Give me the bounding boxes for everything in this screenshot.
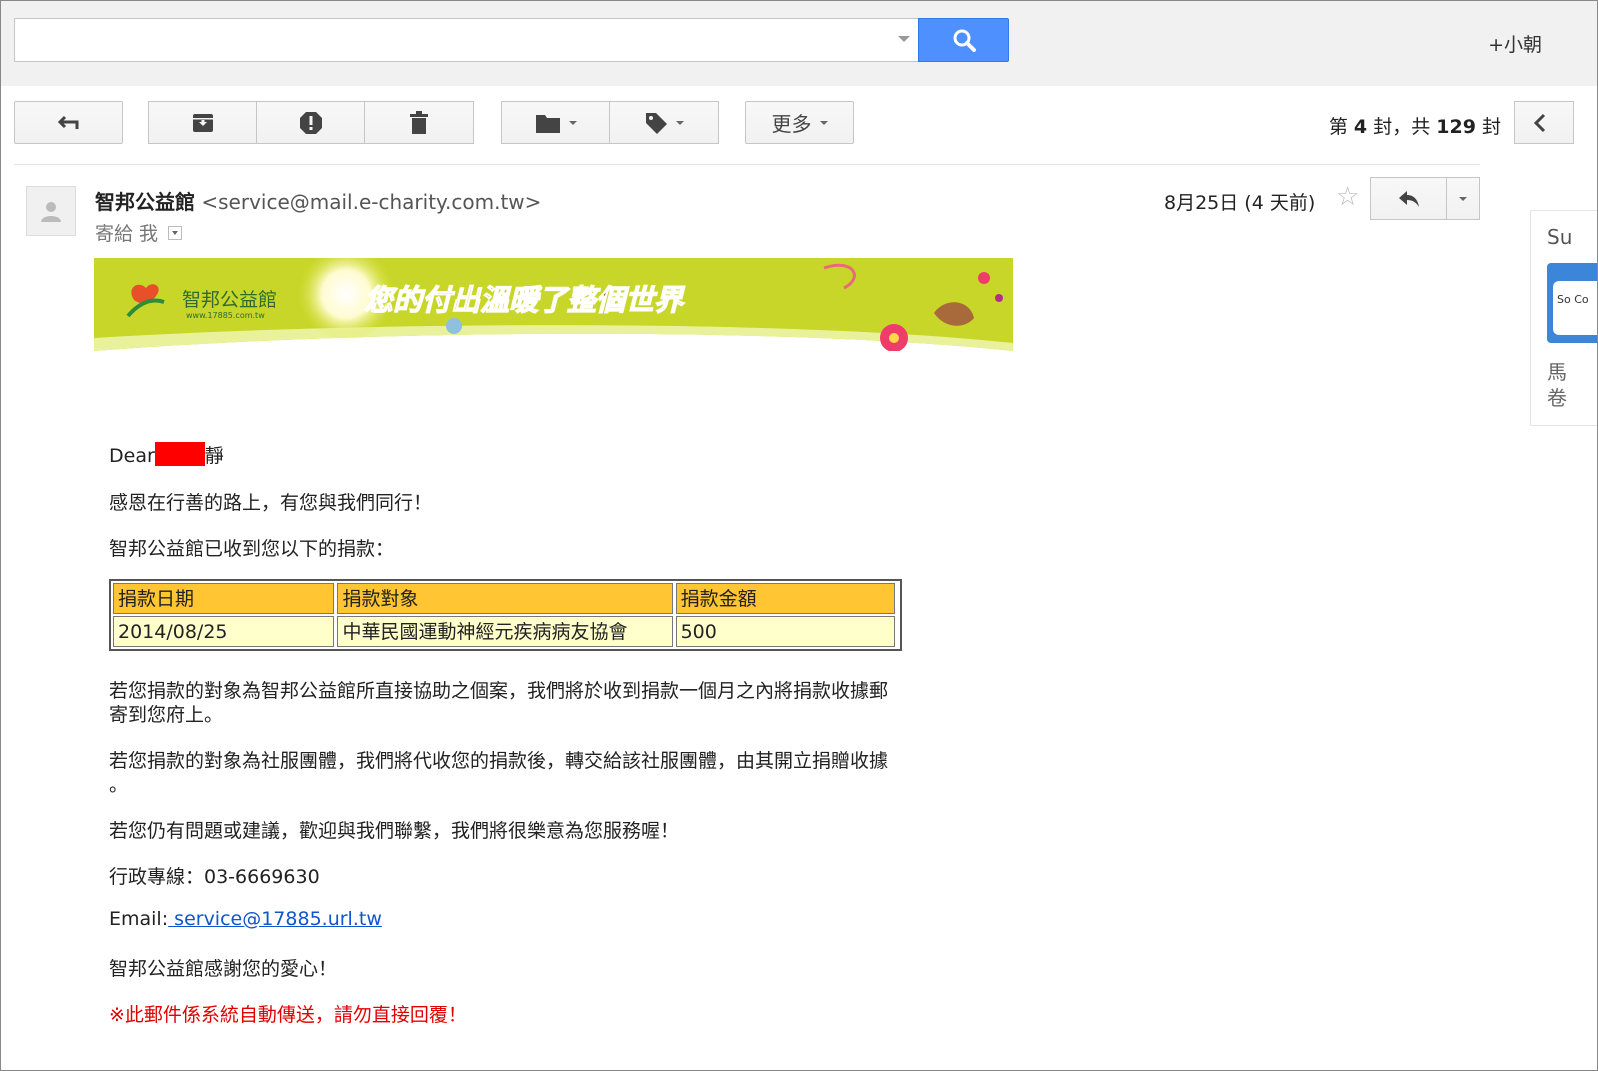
reply-group xyxy=(1370,177,1480,220)
recipient-text: 寄給 我 xyxy=(95,223,159,245)
labels-button[interactable] xyxy=(609,101,719,144)
table-header-cell: 捐款對象 xyxy=(337,583,673,614)
delete-button[interactable] xyxy=(364,101,474,144)
table-row: 2014/08/25 中華民國運動神經元疾病病友協會 500 xyxy=(113,616,898,647)
label-tag-icon xyxy=(646,112,667,134)
banner-logo-name: 智邦公益館 xyxy=(182,289,277,311)
move-to-button[interactable] xyxy=(501,101,610,144)
folder-icon xyxy=(535,114,560,133)
table-header-cell: 捐款金額 xyxy=(675,583,895,614)
side-panel-text-2: 卷 xyxy=(1547,386,1567,410)
person-icon xyxy=(41,202,61,222)
greeting-suffix: 靜 xyxy=(204,445,224,467)
pager-suffix: 封 xyxy=(1481,116,1501,138)
trash-icon xyxy=(410,110,428,134)
report-spam-button[interactable] xyxy=(256,101,365,144)
search-input[interactable] xyxy=(14,18,918,62)
more-label: 更多 xyxy=(771,112,812,136)
back-arrow-icon xyxy=(57,115,78,129)
search-button[interactable] xyxy=(918,18,1009,62)
side-app-logo-text: So Co xyxy=(1553,281,1597,335)
recipient-line: 寄給 我 xyxy=(95,219,183,246)
organize-group xyxy=(501,101,719,144)
reply-icon xyxy=(1398,190,1419,207)
phone-line: 行政專線：03-6669630 xyxy=(109,866,320,888)
chevron-down-icon xyxy=(1459,196,1467,201)
table-header-cell: 捐款日期 xyxy=(113,583,335,614)
charity-banner-image: 智邦公益館 www.17885.com.tw 您的付出溫暖了整個世界 xyxy=(94,258,1013,351)
table-cell: 中華民國運動神經元疾病病友協會 xyxy=(337,616,673,647)
redaction-box xyxy=(154,442,205,466)
pager-current: 4 xyxy=(1353,116,1368,138)
intro-line-2: 智邦公益館已收到您以下的捐款： xyxy=(109,538,395,560)
thanks-line: 智邦公益館感謝您的愛心！ xyxy=(109,958,338,980)
email-link[interactable]: service@17885.url.tw xyxy=(168,908,382,930)
side-panel-title: Su xyxy=(1547,225,1573,249)
show-details-dropdown[interactable] xyxy=(168,225,183,240)
archive-button[interactable] xyxy=(148,101,257,144)
more-actions-button[interactable] xyxy=(1446,177,1480,220)
sender-line: 智邦公益館 <service@mail.e-charity.com.tw> xyxy=(95,186,541,215)
chevron-down-icon xyxy=(568,120,577,125)
search-icon xyxy=(953,29,976,52)
chevron-down-icon xyxy=(676,120,684,125)
banner-slogan: 您的付出溫暖了整個世界 xyxy=(364,283,685,317)
reply-button[interactable] xyxy=(1370,177,1447,220)
action-group xyxy=(148,101,474,144)
header-divider xyxy=(14,164,1480,165)
archive-icon xyxy=(192,113,213,132)
newer-button[interactable] xyxy=(1514,101,1574,144)
search-options-caret[interactable] xyxy=(898,36,910,42)
pager-total: 129 xyxy=(1436,116,1476,138)
intro-line-1: 感恩在行善的路上，有您與我們同行！ xyxy=(109,492,433,514)
para1-line1: 若您捐款的對象為智邦公益館所直接協助之個案，我們將於收到捐款一個月之內將捐款收據… xyxy=(109,680,889,702)
more-button[interactable]: 更多 xyxy=(745,101,854,144)
chevron-left-icon xyxy=(1533,113,1546,132)
pager-text: 第 4 封，共 129 封 xyxy=(1329,112,1501,139)
chevron-down-icon xyxy=(819,120,828,125)
email-line: Email: service@17885.url.tw xyxy=(109,908,382,930)
avatar[interactable] xyxy=(26,186,76,236)
para3: 若您仍有問題或建議，歡迎與我們聯繫，我們將很樂意為您服務喔！ xyxy=(109,820,680,842)
para2-line2: 。 xyxy=(109,774,129,796)
side-panel: Su So Co 馬 卷 xyxy=(1530,210,1598,426)
email-label: Email: xyxy=(109,908,169,930)
para2-line1: 若您捐款的對象為社服團體，我們將代收您的捐款後，轉交給該社服團體，由其開立捐贈收… xyxy=(109,750,889,772)
pager-prefix: 第 xyxy=(1328,116,1348,138)
table-cell: 500 xyxy=(675,616,895,647)
spam-icon xyxy=(299,111,322,134)
greeting-prefix: Dear xyxy=(109,445,155,467)
banner-logo-url: www.17885.com.tw xyxy=(186,311,265,320)
pager-mid: 封，共 xyxy=(1373,116,1431,138)
toolbar: 更多 第 4 封，共 129 封 xyxy=(0,86,1598,160)
table-header-row: 捐款日期 捐款對象 捐款金額 xyxy=(113,583,898,614)
donation-table: 捐款日期 捐款對象 捐款金額 2014/08/25 中華民國運動神經元疾病病友協… xyxy=(109,579,902,651)
para1-line2: 寄到您府上。 xyxy=(109,704,224,726)
auto-reply-warning: ※此郵件係系統自動傳送，請勿直接回覆！ xyxy=(109,1004,467,1026)
side-panel-text: 馬 卷 xyxy=(1547,359,1567,411)
sender-email: <service@mail.e-charity.com.tw> xyxy=(201,190,542,214)
top-bar: +小朝 xyxy=(0,0,1598,87)
star-icon[interactable]: ☆ xyxy=(1336,182,1359,212)
side-panel-text-1: 馬 xyxy=(1547,360,1567,384)
user-name-link[interactable]: +小朝 xyxy=(1488,30,1542,57)
sender-name[interactable]: 智邦公益館 xyxy=(95,190,195,214)
greeting: Dear 靜 xyxy=(109,441,224,468)
table-cell: 2014/08/25 xyxy=(113,616,335,647)
side-app-logo[interactable]: So Co xyxy=(1547,263,1597,343)
message-date: 8月25日 (4 天前) xyxy=(1164,192,1316,214)
back-button[interactable] xyxy=(14,101,123,144)
